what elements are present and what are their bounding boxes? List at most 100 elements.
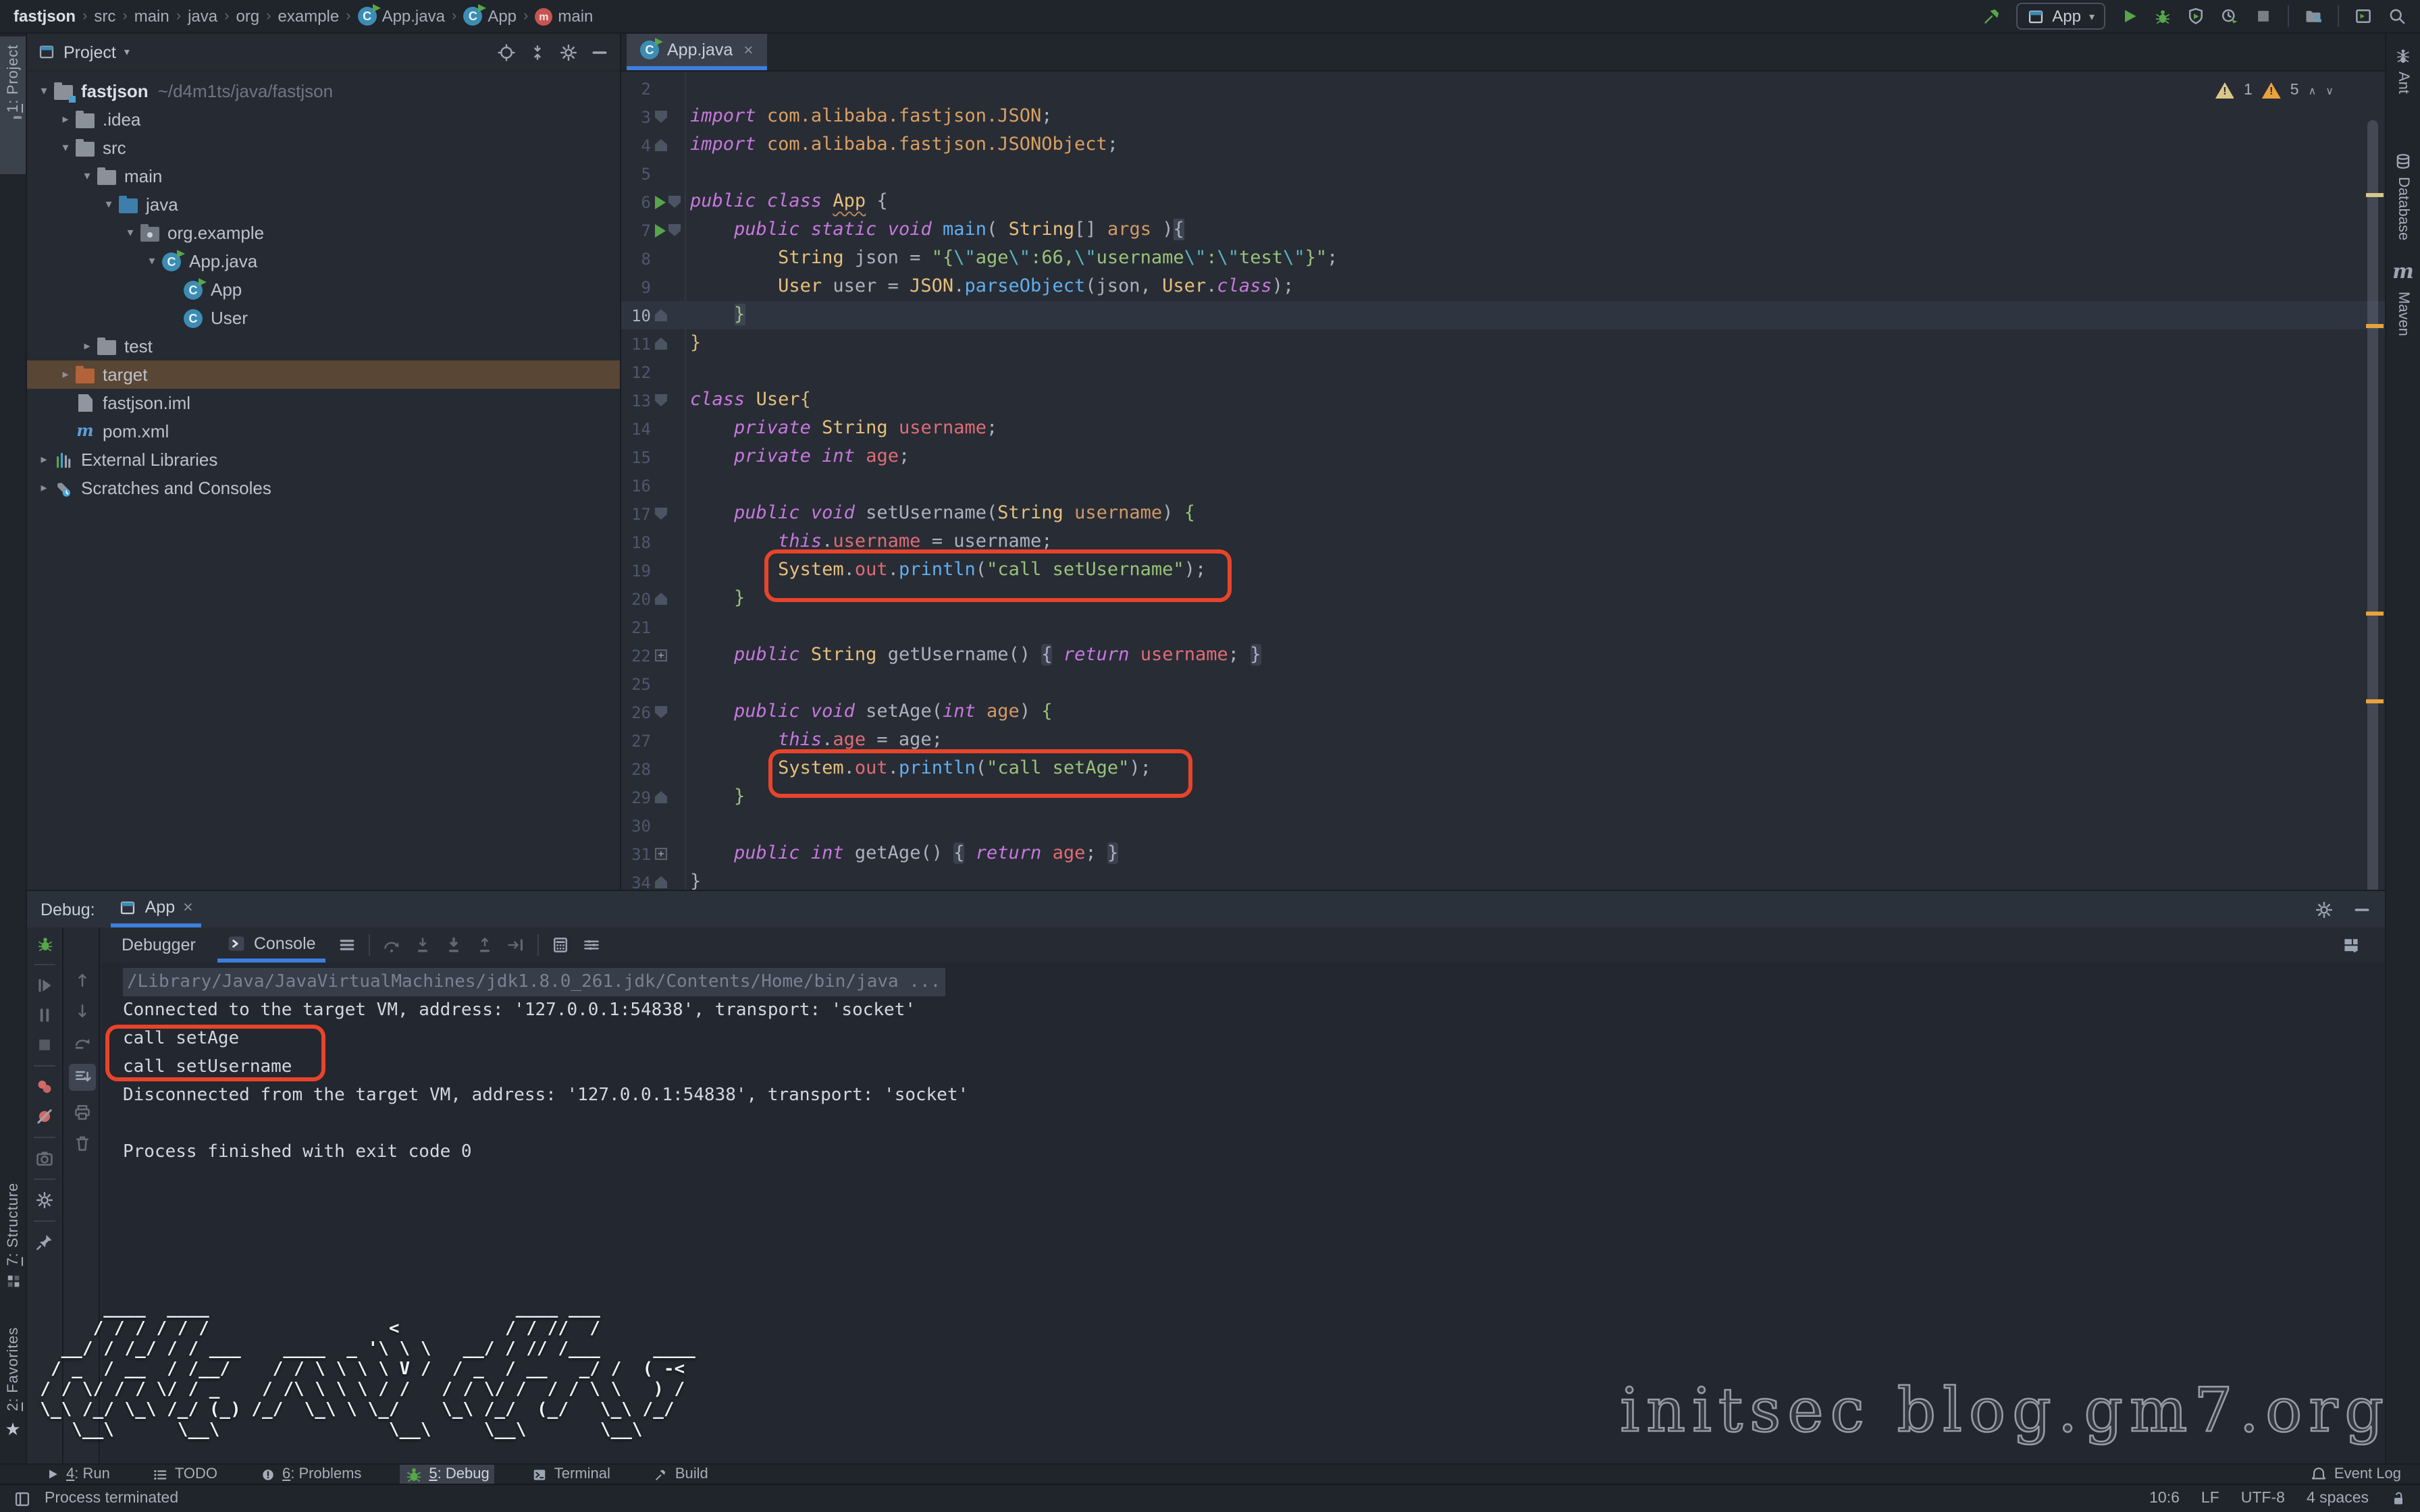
jump-to-source-icon[interactable]: [72, 1033, 91, 1052]
code-line-6[interactable]: 6public class App {: [621, 188, 2385, 216]
line-number[interactable]: 8: [621, 249, 651, 268]
tree-item-fastjson-iml[interactable]: fastjson.iml: [27, 389, 620, 417]
hide-icon[interactable]: [590, 43, 609, 61]
tree-item-app-java[interactable]: ▾CApp.java: [27, 247, 620, 275]
tree-item-pom-xml[interactable]: mpom.xml: [27, 417, 620, 446]
line-number[interactable]: 28: [621, 759, 651, 778]
settings-icon[interactable]: [559, 43, 578, 61]
tree-item-app[interactable]: CApp: [27, 275, 620, 304]
stop-icon[interactable]: [2254, 7, 2273, 26]
status-indent-setting[interactable]: 4 spaces: [2307, 1490, 2369, 1507]
stripe-button-maven[interactable]: mMaven: [2386, 261, 2420, 336]
line-number[interactable]: 6: [621, 192, 651, 211]
settings-icon[interactable]: [2315, 900, 2334, 919]
code-line-10[interactable]: 10 }: [621, 301, 2385, 329]
step-over-icon[interactable]: [382, 936, 401, 954]
line-number[interactable]: 25: [621, 674, 651, 693]
line-number[interactable]: 9: [621, 277, 651, 296]
code-line-31[interactable]: 31+ public int getAge() { return age; }: [621, 840, 2385, 868]
console-output[interactable]: /Library/Java/JavaVirtualMachines/jdk1.8…: [101, 963, 2385, 1463]
code-line-26[interactable]: 26 public void setAge(int age) {: [621, 698, 2385, 726]
code-line-28[interactable]: 28 System.out.println("call setAge");: [621, 755, 2385, 783]
fold-start-icon[interactable]: [655, 111, 667, 123]
line-number[interactable]: 34: [621, 873, 651, 890]
tree-item--idea[interactable]: ▸.idea: [27, 105, 620, 134]
tree-chevron-icon[interactable]: ▾: [122, 225, 139, 240]
project-structure-icon[interactable]: [2304, 7, 2323, 26]
code-line-30[interactable]: 30: [621, 811, 2385, 840]
collapse-all-icon[interactable]: [528, 43, 547, 61]
pause-icon[interactable]: [35, 1006, 54, 1025]
breadcrumb-item-fastjson[interactable]: fastjson: [14, 7, 76, 26]
breadcrumb-item-app[interactable]: CApp: [463, 7, 517, 26]
event-log-button[interactable]: Event Log: [2306, 1464, 2406, 1484]
locate-icon[interactable]: [497, 43, 516, 61]
settings-icon[interactable]: [35, 1191, 54, 1210]
code-line-19[interactable]: 19 System.out.println("call setUsername"…: [621, 556, 2385, 585]
fold-end-icon[interactable]: [655, 876, 667, 888]
print-icon[interactable]: [72, 1103, 91, 1122]
rerun-debug-icon[interactable]: [36, 936, 53, 953]
code-line-27[interactable]: 27 this.age = age;: [621, 726, 2385, 755]
editor-scrollbar[interactable]: [2367, 120, 2378, 890]
code-line-29[interactable]: 29 }: [621, 783, 2385, 811]
fold-end-icon[interactable]: [655, 791, 667, 803]
line-number[interactable]: 10: [621, 306, 651, 325]
line-number[interactable]: 26: [621, 703, 651, 722]
fold-start-icon[interactable]: [668, 224, 681, 236]
breadcrumb-item-main[interactable]: mmain: [535, 7, 593, 26]
code-area[interactable]: ! 1 ! 5 ∧ ∨ 23import com.alibaba.fastjso…: [621, 72, 2385, 890]
tree-chevron-icon[interactable]: ▾: [35, 84, 53, 99]
toolwindow-button-5-debug[interactable]: 5: Debug: [399, 1464, 494, 1484]
line-number[interactable]: 22: [621, 646, 651, 665]
code-line-18[interactable]: 18 this.username = username;: [621, 528, 2385, 556]
tree-chevron-icon[interactable]: ▸: [57, 112, 74, 127]
fold-end-icon[interactable]: [655, 309, 667, 321]
toolwindow-button-build[interactable]: Build: [648, 1464, 714, 1484]
tree-item-user[interactable]: CUser: [27, 304, 620, 332]
close-icon[interactable]: ×: [183, 898, 193, 917]
close-icon[interactable]: ×: [743, 40, 753, 59]
tab-debugger[interactable]: Debugger: [112, 927, 205, 963]
coverage-icon[interactable]: [2186, 7, 2205, 26]
line-number[interactable]: 11: [621, 334, 651, 353]
line-number[interactable]: 19: [621, 561, 651, 580]
code-line-34[interactable]: 34}: [621, 868, 2385, 890]
scroll-to-end-icon[interactable]: [68, 1064, 95, 1091]
code-line-8[interactable]: 8 String json = "{\"age\":66,\"username\…: [621, 244, 2385, 273]
breadcrumb-item-example[interactable]: example: [278, 7, 340, 26]
stop-icon[interactable]: [35, 1035, 54, 1054]
code-line-9[interactable]: 9 User user = JSON.parseObject(json, Use…: [621, 273, 2385, 301]
fold-end-icon[interactable]: [655, 593, 667, 605]
run-icon[interactable]: [2120, 7, 2139, 26]
fold-end-icon[interactable]: [655, 139, 667, 151]
chevron-down-icon[interactable]: ∨: [2325, 84, 2334, 97]
evaluate-icon[interactable]: [551, 936, 570, 954]
tree-chevron-icon[interactable]: ▾: [78, 169, 96, 184]
hide-icon[interactable]: [2352, 900, 2371, 919]
line-number[interactable]: 31: [621, 844, 651, 863]
line-number[interactable]: 21: [621, 618, 651, 637]
down-stack-icon[interactable]: [72, 1002, 91, 1021]
debug-icon[interactable]: [2154, 7, 2172, 25]
stripe-button-project[interactable]: 1: Project: [0, 36, 26, 174]
view-breakpoints-icon[interactable]: [35, 1077, 54, 1096]
tree-item-test[interactable]: ▸test: [27, 332, 620, 360]
code-line-20[interactable]: 20 }: [621, 585, 2385, 613]
tree-item-fastjson[interactable]: ▾fastjson~/d4m1ts/java/fastjson: [27, 77, 620, 105]
breadcrumb-item-org[interactable]: org: [236, 7, 259, 26]
stripe-button-structure[interactable]: 7: Structure: [0, 1174, 26, 1285]
toolwindow-button-terminal[interactable]: Terminal: [527, 1464, 616, 1484]
stripe-button-database[interactable]: Database: [2386, 153, 2420, 240]
hammer-icon[interactable]: [1982, 7, 2001, 26]
breadcrumb[interactable]: fastjson›src›main›java›org›example›CApp.…: [14, 7, 593, 26]
stripe-mark-warning[interactable]: [2366, 324, 2384, 328]
code-line-2[interactable]: 2: [621, 74, 2385, 103]
tree-chevron-icon[interactable]: ▸: [35, 452, 53, 467]
stripe-mark-warning[interactable]: [2366, 699, 2384, 703]
tool-windows-icon[interactable]: [14, 1490, 31, 1507]
code-line-7[interactable]: 7 public static void main( String[] args…: [621, 216, 2385, 244]
line-number[interactable]: 18: [621, 533, 651, 551]
stripe-button-favorites[interactable]: 2: Favorites★: [0, 1319, 26, 1443]
tree-chevron-icon[interactable]: ▸: [57, 367, 74, 382]
